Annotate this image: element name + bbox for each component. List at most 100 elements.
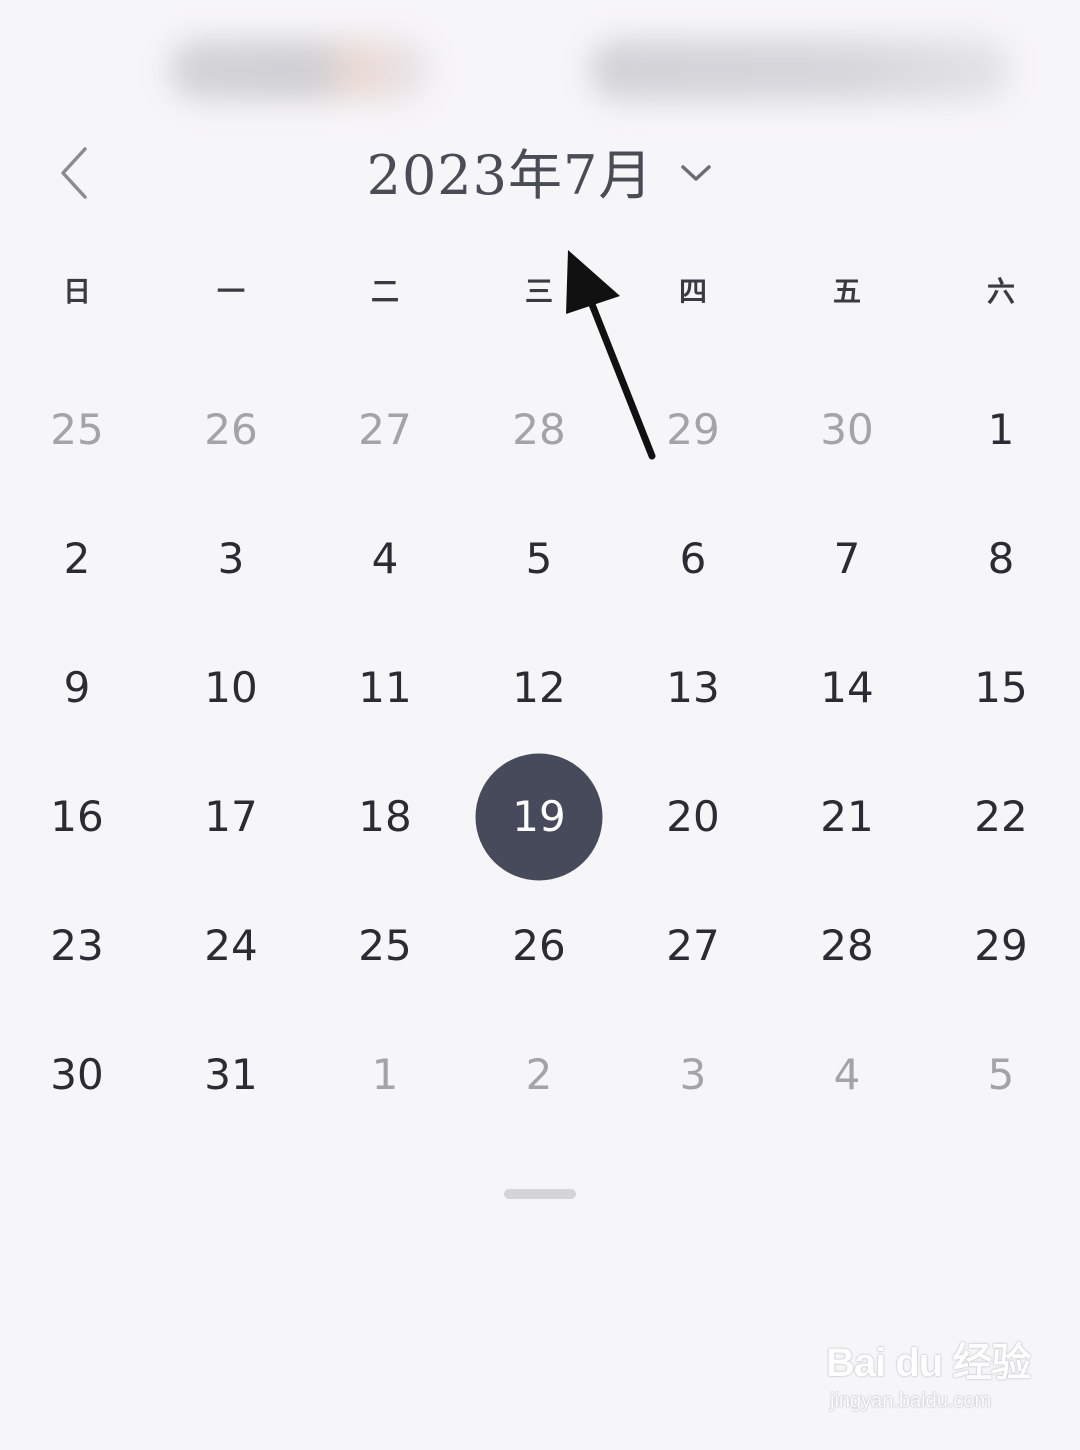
- weekday-sun: 日: [62, 275, 91, 308]
- day-number: 7: [833, 534, 861, 583]
- day-number: 15: [974, 663, 1028, 712]
- day-number: 26: [512, 921, 566, 970]
- day-cell[interactable]: 23: [0, 881, 154, 1010]
- day-number: 10: [204, 663, 258, 712]
- day-cell[interactable]: 2: [0, 494, 154, 623]
- day-number: 6: [679, 534, 707, 583]
- chevron-down-icon: [679, 162, 713, 184]
- day-cell[interactable]: 17: [154, 752, 308, 881]
- day-number: 5: [525, 534, 553, 583]
- blurred-header-left: [170, 40, 430, 100]
- day-cell[interactable]: 5: [462, 494, 616, 623]
- day-number: 4: [833, 1050, 861, 1099]
- weekday-tue: 二: [370, 275, 399, 308]
- day-cell[interactable]: 12: [462, 623, 616, 752]
- weekday-fri: 五: [832, 275, 861, 308]
- day-number: 28: [512, 405, 566, 454]
- day-cell[interactable]: 20: [616, 752, 770, 881]
- day-cell[interactable]: 29: [924, 881, 1078, 1010]
- day-number: 21: [820, 792, 874, 841]
- day-number: 30: [50, 1050, 104, 1099]
- day-number: 27: [666, 921, 720, 970]
- calendar-grid: 25 26 27 28 29 30 1 2 3 4 5 6 7 8 9 10 11 12 13 14 15 16 17 18 1…: [0, 365, 1080, 1139]
- day-cell[interactable]: 26: [462, 881, 616, 1010]
- day-cell[interactable]: 16: [0, 752, 154, 881]
- day-cell[interactable]: 5: [924, 1010, 1078, 1139]
- day-number: 14: [820, 663, 874, 712]
- day-cell[interactable]: 8: [924, 494, 1078, 623]
- calendar-header: 2023年7月: [0, 120, 1080, 220]
- day-number: 28: [820, 921, 874, 970]
- day-number: 12: [512, 663, 566, 712]
- watermark-brand: Bai du 经验: [826, 1341, 1031, 1385]
- day-cell[interactable]: 7: [770, 494, 924, 623]
- day-cell[interactable]: 13: [616, 623, 770, 752]
- day-cell[interactable]: 14: [770, 623, 924, 752]
- day-number: 29: [666, 405, 720, 454]
- day-cell[interactable]: 30: [0, 1010, 154, 1139]
- day-number: 5: [987, 1050, 1015, 1099]
- day-number: 31: [204, 1050, 258, 1099]
- day-number: 29: [974, 921, 1028, 970]
- day-number: 16: [50, 792, 104, 841]
- day-number: 17: [204, 792, 258, 841]
- day-cell[interactable]: 1: [308, 1010, 462, 1139]
- day-number: 3: [679, 1050, 707, 1099]
- day-cell[interactable]: 4: [308, 494, 462, 623]
- day-number: 9: [63, 663, 91, 712]
- day-cell[interactable]: 22: [924, 752, 1078, 881]
- day-number: 11: [358, 663, 412, 712]
- day-cell[interactable]: 25: [0, 365, 154, 494]
- day-cell-selected[interactable]: 19: [462, 752, 616, 881]
- day-number: 18: [358, 792, 412, 841]
- day-cell[interactable]: 24: [154, 881, 308, 1010]
- day-cell[interactable]: 27: [308, 365, 462, 494]
- watermark-url: jingyan.baidu.com: [830, 1390, 992, 1412]
- weekday-sat: 六: [986, 275, 1015, 308]
- weekday-mon: 一: [216, 275, 245, 308]
- day-number: 25: [50, 405, 104, 454]
- day-cell[interactable]: 31: [154, 1010, 308, 1139]
- day-number: 3: [217, 534, 245, 583]
- day-number: 25: [358, 921, 412, 970]
- day-number: 2: [525, 1050, 553, 1099]
- day-number: 8: [987, 534, 1015, 583]
- day-cell[interactable]: 18: [308, 752, 462, 881]
- day-number: 13: [666, 663, 720, 712]
- day-number: 26: [204, 405, 258, 454]
- day-number: 24: [204, 921, 258, 970]
- chevron-left-icon: [61, 147, 87, 199]
- day-cell[interactable]: 1: [924, 365, 1078, 494]
- day-cell[interactable]: 30: [770, 365, 924, 494]
- day-number: 19: [512, 792, 566, 841]
- day-cell[interactable]: 3: [154, 494, 308, 623]
- day-cell[interactable]: 15: [924, 623, 1078, 752]
- day-cell[interactable]: 6: [616, 494, 770, 623]
- month-title: 2023年7月: [366, 143, 654, 207]
- day-cell[interactable]: 25: [308, 881, 462, 1010]
- day-number: 4: [371, 534, 399, 583]
- day-number: 20: [666, 792, 720, 841]
- day-number: 27: [358, 405, 412, 454]
- day-number: 1: [371, 1050, 399, 1099]
- day-cell[interactable]: 21: [770, 752, 924, 881]
- day-cell[interactable]: 27: [616, 881, 770, 1010]
- back-button[interactable]: [40, 138, 110, 208]
- drag-handle[interactable]: [504, 1189, 576, 1199]
- day-number: 22: [974, 792, 1028, 841]
- day-cell[interactable]: 2: [462, 1010, 616, 1139]
- day-cell[interactable]: 26: [154, 365, 308, 494]
- day-cell[interactable]: 9: [0, 623, 154, 752]
- day-number: 30: [820, 405, 874, 454]
- day-cell[interactable]: 11: [308, 623, 462, 752]
- day-number: 1: [987, 405, 1015, 454]
- day-cell[interactable]: 10: [154, 623, 308, 752]
- day-number: 23: [50, 921, 104, 970]
- day-number: 2: [63, 534, 91, 583]
- day-cell[interactable]: 4: [770, 1010, 924, 1139]
- day-cell[interactable]: 3: [616, 1010, 770, 1139]
- baidu-watermark: Bai du 经验 jingyan.baidu.com: [826, 1330, 1036, 1430]
- day-cell[interactable]: 28: [770, 881, 924, 1010]
- blurred-header-right: [590, 40, 1010, 100]
- month-selector[interactable]: 2023年7月: [360, 130, 720, 210]
